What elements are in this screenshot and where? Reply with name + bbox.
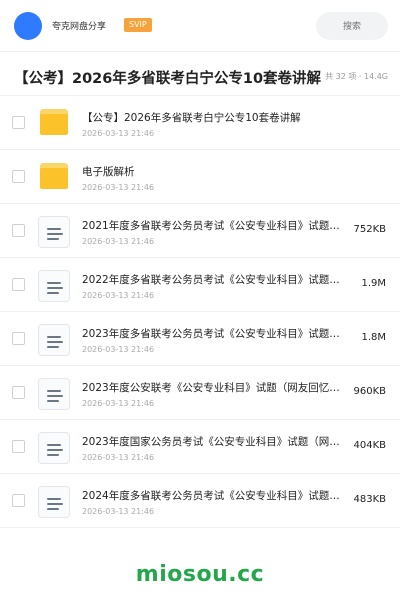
share-meta: 共 32 项 · 14.4G bbox=[325, 72, 388, 81]
document-icon bbox=[38, 270, 70, 302]
file-size: 404KB bbox=[353, 440, 386, 451]
document-icon bbox=[38, 324, 70, 356]
file-list: 【公专】2026年多省联考白宁公专10套卷讲解 2026-03-13 21:46… bbox=[0, 96, 400, 528]
list-item[interactable]: 2024年度多省联考公务员考试《公安专业科目》试题（网友回忆版） 2026-03… bbox=[0, 474, 400, 528]
file-date: 2026-03-13 21:46 bbox=[82, 291, 155, 300]
folder-icon bbox=[40, 109, 68, 135]
file-name: 【公专】2026年多省联考白宁公专10套卷讲解 bbox=[82, 112, 301, 124]
avatar[interactable] bbox=[14, 12, 42, 40]
file-size: 1.9M bbox=[361, 278, 386, 289]
file-name: 2021年度多省联考公务员考试《公安专业科目》试题（网友回忆版） bbox=[82, 220, 350, 232]
select-checkbox[interactable] bbox=[12, 440, 25, 453]
file-date: 2026-03-13 21:46 bbox=[82, 453, 155, 462]
svip-badge: SVIP bbox=[124, 18, 152, 32]
file-name: 2023年度国家公务员考试《公安专业科目》试题（网友回忆版） bbox=[82, 436, 350, 448]
share-title-row: 【公考】2026年多省联考白宁公专10套卷讲解 共 32 项 · 14.4G bbox=[0, 58, 400, 96]
folder-icon bbox=[40, 163, 68, 189]
search-input[interactable] bbox=[316, 12, 388, 40]
file-date: 2026-03-13 21:46 bbox=[82, 129, 155, 138]
select-checkbox[interactable] bbox=[12, 494, 25, 507]
select-checkbox[interactable] bbox=[12, 224, 25, 237]
file-date: 2026-03-13 21:46 bbox=[82, 399, 155, 408]
page-title: 【公考】2026年多省联考白宁公专10套卷讲解 bbox=[14, 71, 322, 87]
file-size: 752KB bbox=[353, 224, 386, 235]
file-name: 2023年度多省联考公务员考试《公安专业科目》试题（网友回忆版） bbox=[82, 328, 350, 340]
list-item[interactable]: 2022年度多省联考公务员考试《公安专业科目》试题（网友回忆版） 2026-03… bbox=[0, 258, 400, 312]
select-checkbox[interactable] bbox=[12, 386, 25, 399]
document-icon bbox=[38, 378, 70, 410]
username: 夸克网盘分享 bbox=[52, 22, 107, 32]
select-checkbox[interactable] bbox=[12, 278, 25, 291]
watermark: miosou.cc bbox=[135, 562, 265, 587]
document-icon bbox=[38, 432, 70, 464]
list-item[interactable]: 【公专】2026年多省联考白宁公专10套卷讲解 2026-03-13 21:46 bbox=[0, 96, 400, 150]
file-name: 2022年度多省联考公务员考试《公安专业科目》试题（网友回忆版） bbox=[82, 274, 350, 286]
document-icon bbox=[38, 486, 70, 518]
file-size: 960KB bbox=[353, 386, 386, 397]
select-checkbox[interactable] bbox=[12, 170, 25, 183]
file-name: 电子版解析 bbox=[82, 166, 135, 178]
header-bar: 夸克网盘分享 SVIP bbox=[0, 0, 400, 52]
file-date: 2026-03-13 21:46 bbox=[82, 507, 155, 516]
list-item[interactable]: 2023年度公安联考《公安专业科目》试题（网友回忆版） 2026-03-13 2… bbox=[0, 366, 400, 420]
list-item[interactable]: 电子版解析 2026-03-13 21:46 bbox=[0, 150, 400, 204]
select-checkbox[interactable] bbox=[12, 116, 25, 129]
file-name: 2024年度多省联考公务员考试《公安专业科目》试题（网友回忆版） bbox=[82, 490, 350, 502]
document-icon bbox=[38, 216, 70, 248]
file-size: 483KB bbox=[353, 494, 386, 505]
file-date: 2026-03-13 21:46 bbox=[82, 183, 155, 192]
file-size: 1.8M bbox=[361, 332, 386, 343]
file-date: 2026-03-13 21:46 bbox=[82, 237, 155, 246]
file-date: 2026-03-13 21:46 bbox=[82, 345, 155, 354]
file-name: 2023年度公安联考《公安专业科目》试题（网友回忆版） bbox=[82, 382, 350, 394]
select-checkbox[interactable] bbox=[12, 332, 25, 345]
list-item[interactable]: 2023年度国家公务员考试《公安专业科目》试题（网友回忆版） 2026-03-1… bbox=[0, 420, 400, 474]
list-item[interactable]: 2021年度多省联考公务员考试《公安专业科目》试题（网友回忆版） 2026-03… bbox=[0, 204, 400, 258]
list-item[interactable]: 2023年度多省联考公务员考试《公安专业科目》试题（网友回忆版） 2026-03… bbox=[0, 312, 400, 366]
